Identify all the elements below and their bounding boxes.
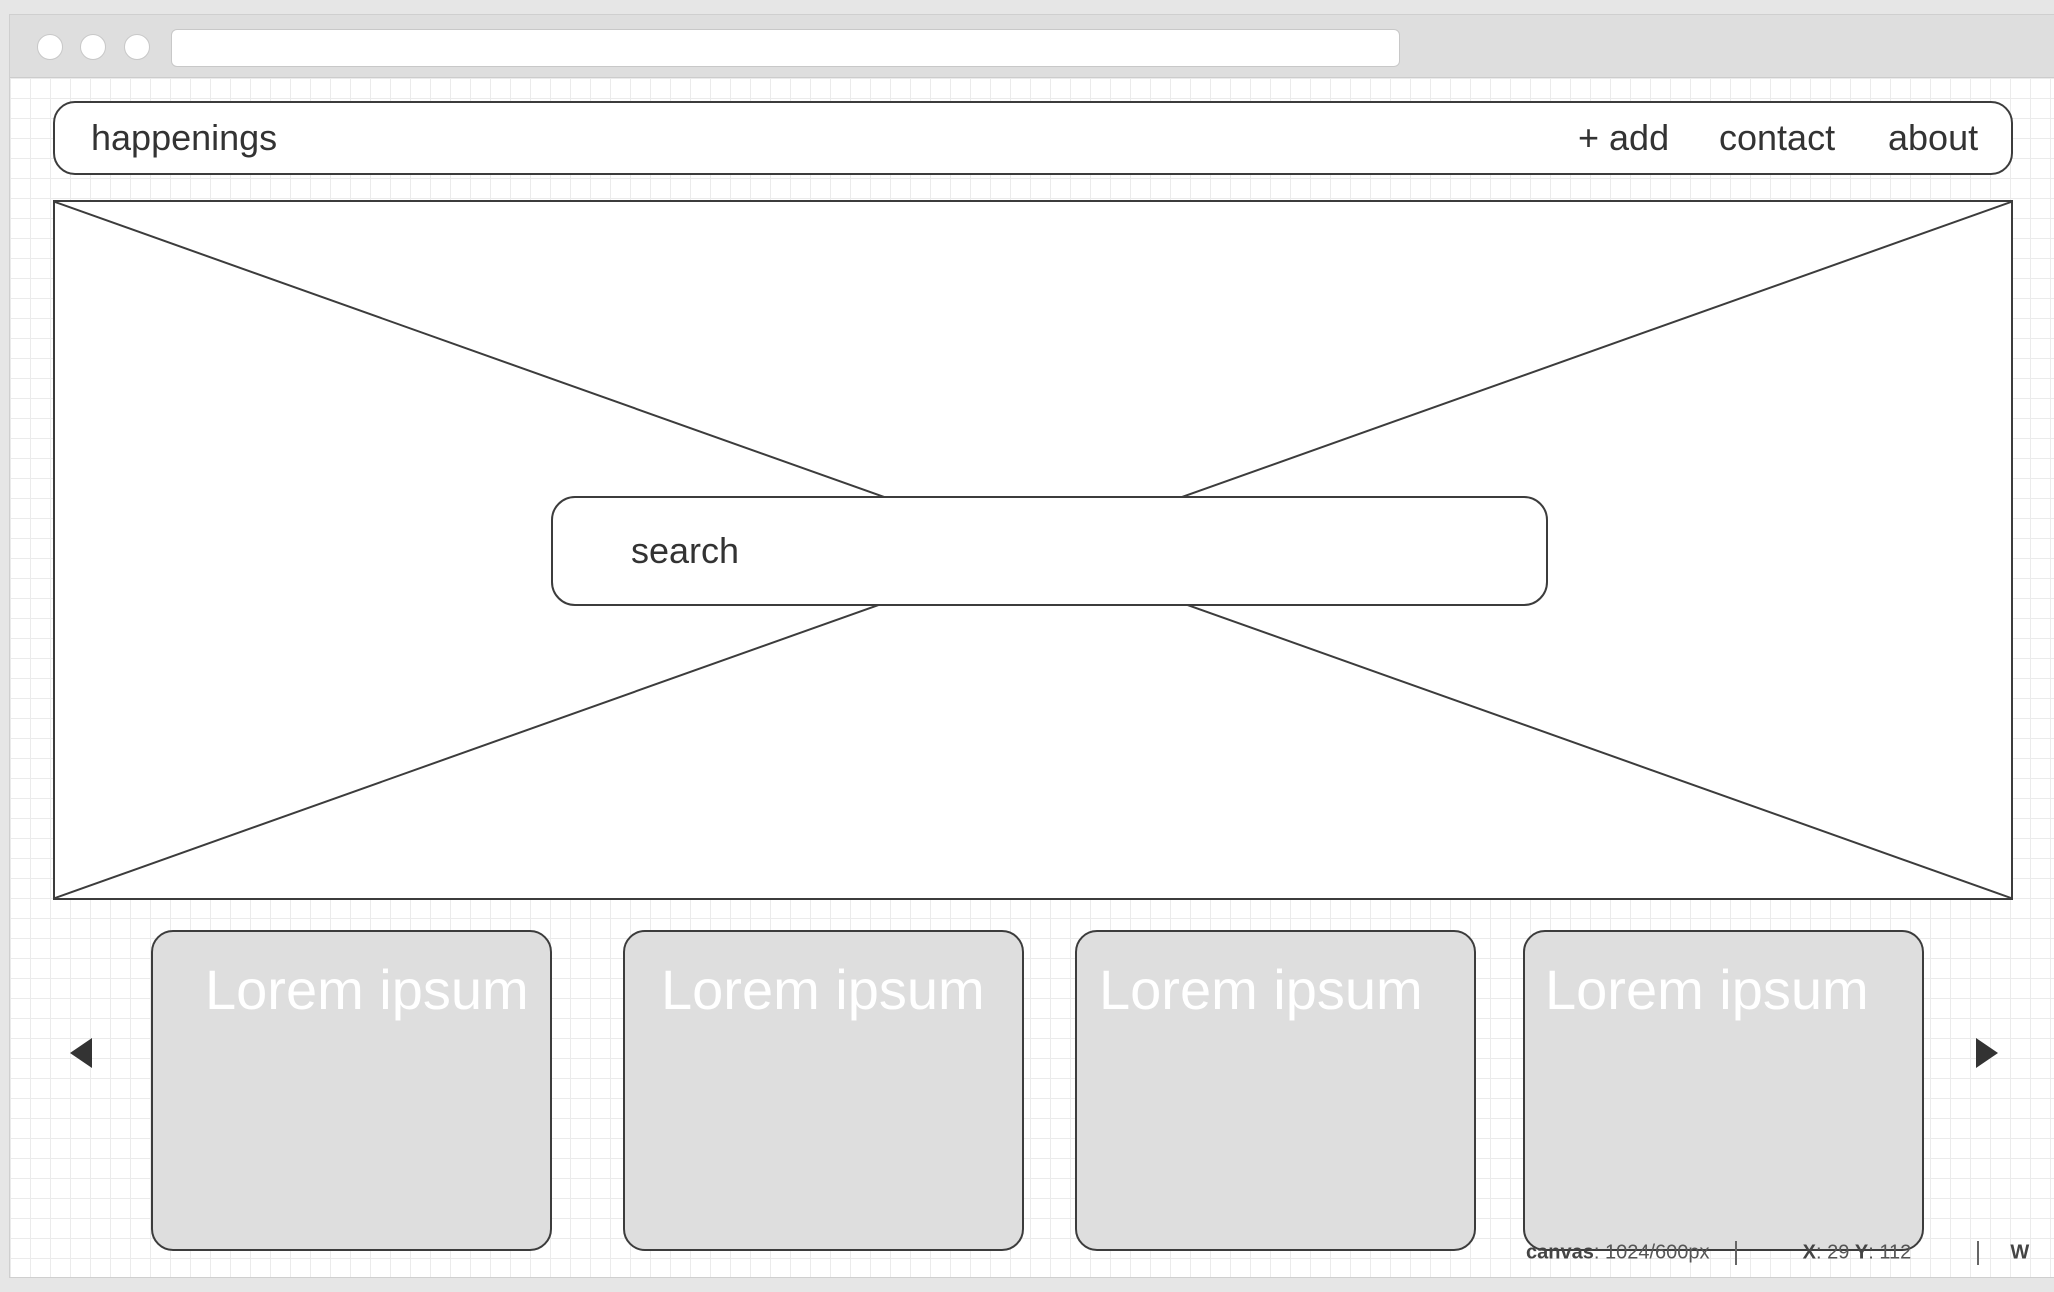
status-bar: canvas: 1024/600px X: 29 Y: 112 W — [1526, 1241, 2029, 1265]
search-placeholder: search — [631, 530, 740, 571]
card-title: Lorem ipsum — [205, 958, 529, 1021]
card-title: Lorem ipsum — [661, 958, 985, 1021]
card-title: Lorem ipsum — [1545, 958, 1869, 1021]
cursor-y-value: : 112 — [1868, 1241, 1912, 1264]
window-minimize-button[interactable] — [80, 34, 106, 60]
event-card[interactable]: Lorem ipsum — [1075, 930, 1476, 1251]
width-label: W — [2010, 1241, 2030, 1264]
status-divider — [1976, 1241, 1979, 1265]
status-divider — [1735, 1241, 1738, 1265]
event-card[interactable]: Lorem ipsum — [623, 930, 1024, 1251]
nav-add-link[interactable]: + add — [1578, 118, 1669, 158]
carousel-prev-icon[interactable] — [70, 1038, 92, 1068]
canvas-size-label: canvas — [1526, 1241, 1594, 1264]
event-card[interactable]: Lorem ipsum — [151, 930, 552, 1251]
cursor-y-label: Y — [1854, 1241, 1869, 1264]
event-card[interactable]: Lorem ipsum — [1523, 930, 1924, 1251]
window-maximize-button[interactable] — [124, 34, 150, 60]
site-brand[interactable]: happenings — [91, 118, 277, 158]
wireframe-canvas: happenings + add contact about search Lo… — [10, 78, 2054, 1277]
address-bar[interactable] — [171, 29, 1400, 67]
card-title: Lorem ipsum — [1099, 958, 1423, 1021]
top-navbar: happenings + add contact about — [53, 101, 2013, 175]
search-input[interactable]: search — [551, 496, 1548, 606]
browser-window: happenings + add contact about search Lo… — [9, 14, 2054, 1278]
nav-about-link[interactable]: about — [1888, 118, 1978, 158]
carousel-next-icon[interactable] — [1976, 1038, 1998, 1068]
nav-contact-link[interactable]: contact — [1719, 118, 1835, 158]
window-close-button[interactable] — [37, 34, 63, 60]
browser-titlebar — [10, 15, 2054, 78]
canvas-size-value: : 1024/600px — [1593, 1241, 1710, 1264]
cursor-x-label: X — [1802, 1241, 1816, 1264]
cursor-x-value: : 29 — [1815, 1241, 1850, 1264]
